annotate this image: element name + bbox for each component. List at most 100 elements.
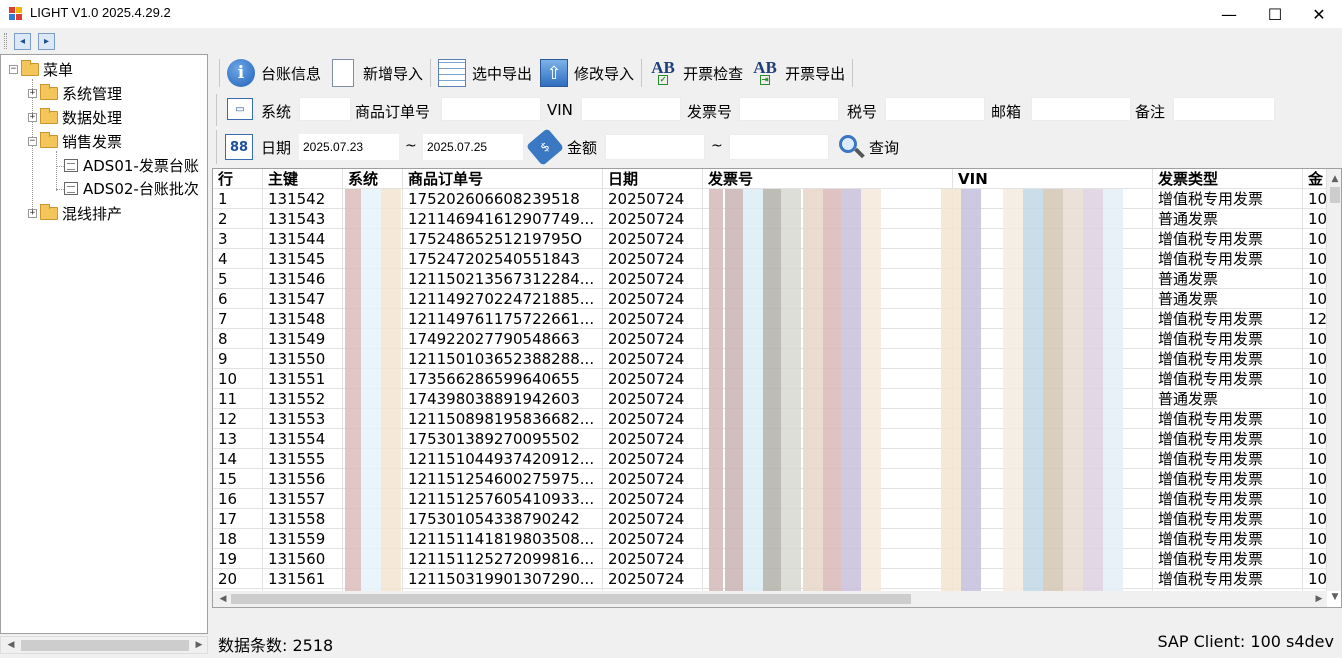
invoice-check-label: 开票检查: [683, 64, 744, 83]
toolbar-grip-icon: [4, 33, 7, 49]
collapse-icon[interactable]: −: [28, 136, 37, 146]
record-count: 数据条数: 2518: [218, 636, 334, 655]
table-cell: 10: [1303, 209, 1327, 229]
tree-item-data-processing[interactable]: + 数据处理: [28, 106, 122, 128]
table-cell: 增值税专用发票: [1153, 449, 1303, 469]
system-input[interactable]: [299, 97, 351, 121]
column-header[interactable]: 日期: [603, 169, 703, 189]
invoice-export-button[interactable]: AB ⇥ 开票导出: [747, 56, 849, 90]
table-cell: 普通发票: [1153, 269, 1303, 289]
column-header[interactable]: 行: [213, 169, 263, 189]
modify-import-button[interactable]: ⇧ 修改导入: [536, 56, 638, 90]
column-header[interactable]: 系统: [343, 169, 403, 189]
table-cell: 131556: [263, 469, 343, 489]
table-cell: 20250724: [603, 509, 703, 529]
price-tag-icon: $: [525, 128, 565, 166]
amount-tilde: ~: [711, 138, 723, 154]
date-from-input[interactable]: 2025.07.23: [299, 134, 399, 160]
tax-input[interactable]: [885, 97, 985, 121]
export-selected-button[interactable]: 选中导出: [434, 56, 536, 90]
tree-root[interactable]: − 菜单: [9, 58, 73, 80]
scroll-thumb[interactable]: [231, 594, 911, 604]
email-input[interactable]: [1031, 97, 1131, 121]
vin-input[interactable]: [581, 97, 681, 121]
date-to-input[interactable]: 2025.07.25: [423, 134, 523, 160]
minimize-button[interactable]: —: [1206, 0, 1252, 28]
column-header[interactable]: 主键: [263, 169, 343, 189]
tree-item-label: 数据处理: [62, 108, 123, 127]
scroll-up-icon[interactable]: ▲: [1327, 171, 1341, 187]
upload-icon: ⇧: [540, 59, 569, 87]
table-cell: 增值税专用发票: [1153, 309, 1303, 329]
sap-client-info: SAP Client: 100 s4dev: [1157, 632, 1334, 651]
close-button[interactable]: ✕: [1296, 0, 1342, 28]
expand-icon[interactable]: +: [28, 208, 37, 218]
table-cell: 10: [1303, 369, 1327, 389]
table-cell: 131555: [263, 449, 343, 469]
table-cell: 121151141819803508...: [403, 529, 603, 549]
table-cell: 174398038891942603: [403, 389, 603, 409]
search-icon[interactable]: [837, 133, 865, 161]
expand-icon[interactable]: +: [28, 88, 37, 98]
toolbar-separator: [430, 59, 432, 87]
table-cell: 14: [213, 449, 263, 469]
invoice-check-button[interactable]: AB ✓ 开票检查: [645, 56, 747, 90]
scroll-left-icon[interactable]: ◀: [215, 591, 231, 607]
redaction-block: [1023, 189, 1043, 607]
ledger-info-button[interactable]: i 台账信息: [223, 56, 325, 90]
invoice-input[interactable]: [739, 97, 839, 121]
scroll-thumb[interactable]: [21, 640, 189, 651]
scroll-down-icon[interactable]: ▼: [1327, 589, 1341, 605]
scroll-right-icon[interactable]: ▶: [191, 637, 207, 653]
column-header[interactable]: 金: [1303, 169, 1327, 189]
redaction-block: [941, 189, 961, 607]
query-button[interactable]: 查询: [869, 137, 899, 158]
table-vertical-scrollbar[interactable]: ▲ ▼: [1327, 169, 1341, 602]
expand-icon[interactable]: +: [28, 112, 37, 122]
column-header[interactable]: 发票号: [703, 169, 953, 189]
table-cell: 10: [1303, 189, 1327, 209]
ledger-info-label: 台账信息: [261, 64, 322, 83]
vin-label: VIN: [547, 101, 573, 119]
table-cell: 175301054338790242: [403, 509, 603, 529]
table-cell: 20250724: [603, 409, 703, 429]
redaction-block: [1083, 189, 1103, 607]
order-input[interactable]: [441, 97, 541, 121]
back-icon[interactable]: ◂: [14, 33, 31, 50]
tree-item-mixed-scheduling[interactable]: + 混线排产: [28, 202, 122, 224]
tree-item-sales-invoice[interactable]: − 销售发票: [28, 130, 122, 152]
table-cell: 10: [1303, 329, 1327, 349]
column-header[interactable]: VIN: [953, 169, 1153, 189]
table-cell: 5: [213, 269, 263, 289]
redaction-block: [841, 189, 861, 607]
form-icon: [64, 158, 78, 172]
maximize-button[interactable]: ☐: [1252, 0, 1298, 28]
status-bar: 数据条数: 2518 SAP Client: 100 s4dev: [212, 628, 1342, 656]
scroll-left-icon[interactable]: ◀: [3, 637, 19, 653]
remark-input[interactable]: [1173, 97, 1275, 121]
table-horizontal-scrollbar[interactable]: ◀ ▶: [213, 591, 1327, 607]
tree-item-ads01[interactable]: ADS01-发票台账: [64, 154, 199, 176]
column-header[interactable]: 发票类型: [1153, 169, 1303, 189]
tree-horizontal-scrollbar[interactable]: ◀ ▶: [0, 636, 208, 654]
column-header[interactable]: 商品订单号: [403, 169, 603, 189]
tree-item-ads02[interactable]: ADS02-台账批次: [64, 177, 199, 199]
table-export-icon: [438, 59, 467, 87]
table-cell: 10: [1303, 549, 1327, 569]
forward-icon[interactable]: ▸: [38, 33, 55, 50]
amount-from-input[interactable]: [605, 134, 705, 160]
collapse-icon[interactable]: −: [9, 64, 18, 74]
table-cell: 121151254600275975...: [403, 469, 603, 489]
redaction-block: [361, 189, 381, 607]
tree-item-system-management[interactable]: + 系统管理: [28, 82, 122, 104]
scroll-thumb[interactable]: [1330, 187, 1340, 203]
table-cell: 131554: [263, 429, 343, 449]
app-logo-icon: [8, 6, 24, 22]
order-label: 商品订单号: [355, 103, 431, 121]
table-cell: 3: [213, 229, 263, 249]
new-import-button[interactable]: 新增导入: [325, 56, 427, 90]
table-cell: 174922027790548663: [403, 329, 603, 349]
export-selected-label: 选中导出: [472, 64, 533, 83]
scroll-right-icon[interactable]: ▶: [1311, 591, 1327, 607]
amount-to-input[interactable]: [729, 134, 829, 160]
